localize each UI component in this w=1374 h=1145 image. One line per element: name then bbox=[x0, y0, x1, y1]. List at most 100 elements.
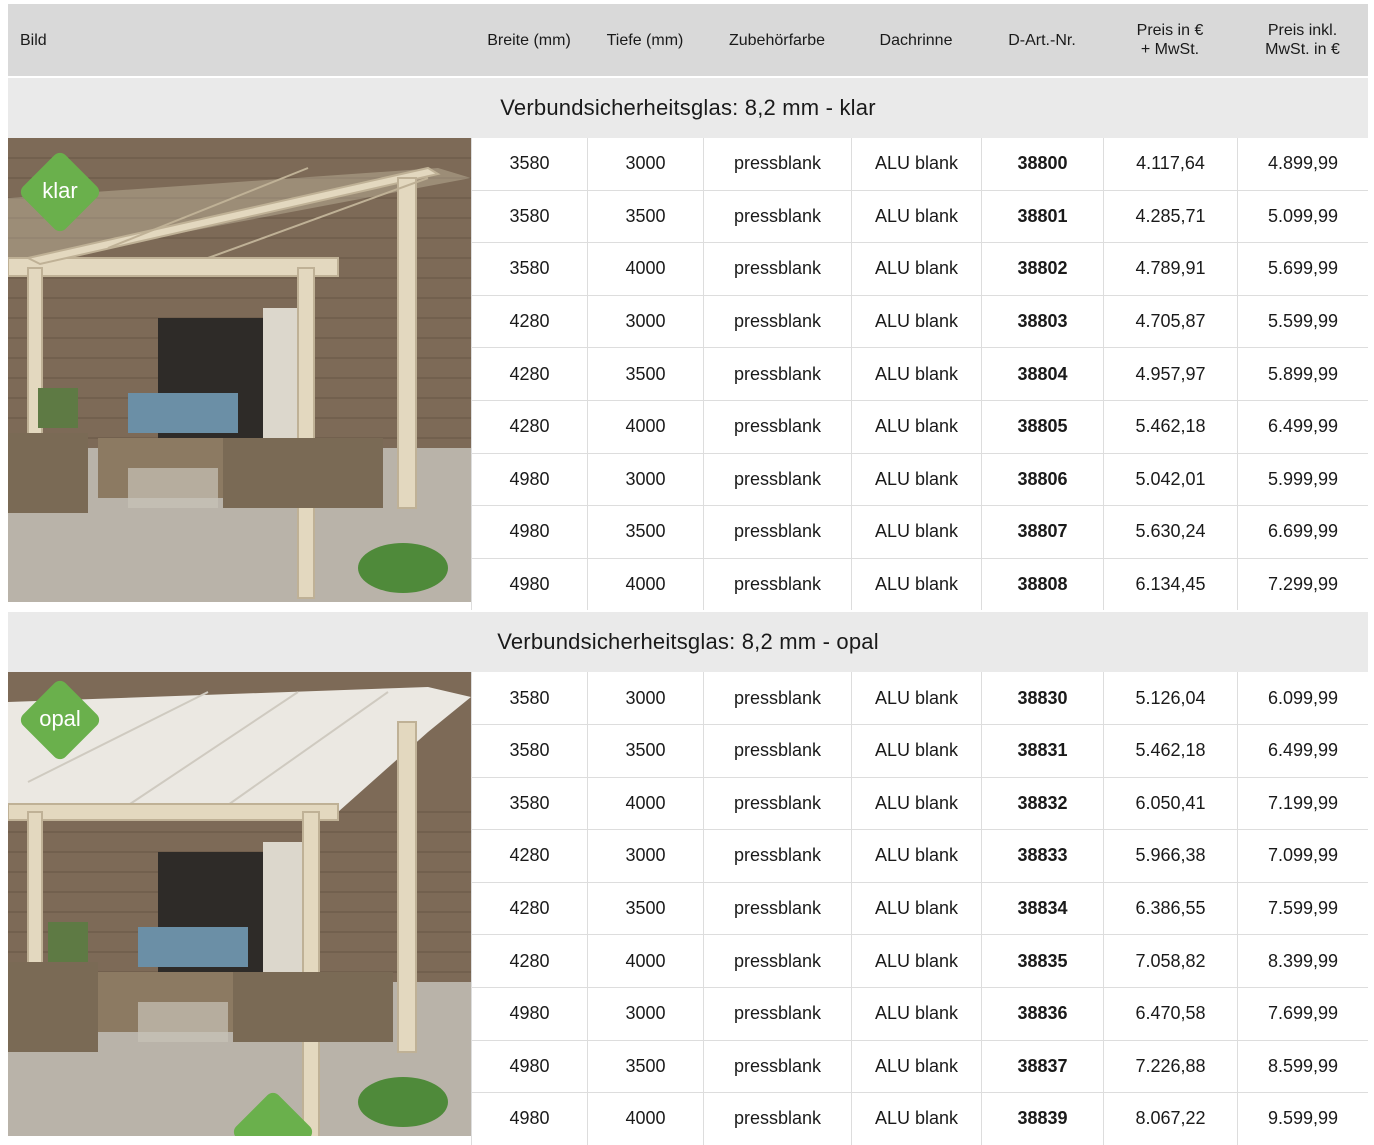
cell-zubehoerfarbe: pressblank bbox=[703, 1093, 851, 1145]
cell-zubehoerfarbe: pressblank bbox=[703, 672, 851, 724]
table-row: 4980 3500 pressblank ALU blank 38837 7.2… bbox=[471, 1040, 1368, 1094]
cell-art-nr: 38833 bbox=[981, 830, 1103, 882]
table-row: 3580 4000 pressblank ALU blank 38832 6.0… bbox=[471, 777, 1368, 831]
cell-art-nr: 38808 bbox=[981, 558, 1103, 611]
cell-zubehoerfarbe: pressblank bbox=[703, 190, 851, 243]
cell-dachrinne: ALU blank bbox=[851, 348, 981, 400]
cell-preis-brutto: 8.599,99 bbox=[1237, 1040, 1368, 1093]
badge-klar: klar bbox=[42, 178, 78, 203]
cell-preis-netto: 4.117,64 bbox=[1103, 138, 1237, 190]
cell-tiefe: 3500 bbox=[587, 882, 703, 935]
rows-opal: 3580 3000 pressblank ALU blank 38830 5.1… bbox=[471, 672, 1368, 1145]
cell-preis-brutto: 7.099,99 bbox=[1237, 830, 1368, 882]
cell-tiefe: 3000 bbox=[587, 295, 703, 348]
cell-art-nr: 38804 bbox=[981, 348, 1103, 400]
cell-preis-brutto: 6.699,99 bbox=[1237, 506, 1368, 558]
table-row: 4980 4000 pressblank ALU blank 38808 6.1… bbox=[471, 558, 1368, 611]
cell-art-nr: 38837 bbox=[981, 1040, 1103, 1093]
table-row: 4280 3500 pressblank ALU blank 38804 4.9… bbox=[471, 348, 1368, 401]
cell-breite: 4980 bbox=[471, 506, 587, 558]
cell-zubehoerfarbe: pressblank bbox=[703, 506, 851, 558]
cell-zubehoerfarbe: pressblank bbox=[703, 882, 851, 935]
header-breite: Breite (mm) bbox=[487, 31, 571, 49]
cell-breite: 4280 bbox=[471, 935, 587, 987]
cell-dachrinne: ALU blank bbox=[851, 672, 981, 724]
cell-preis-brutto: 5.899,99 bbox=[1237, 348, 1368, 400]
cell-art-nr: 38802 bbox=[981, 243, 1103, 295]
header-tiefe: Tiefe (mm) bbox=[606, 31, 684, 49]
cell-tiefe: 3500 bbox=[587, 190, 703, 243]
cell-breite: 4980 bbox=[471, 1040, 587, 1093]
cell-dachrinne: ALU blank bbox=[851, 777, 981, 830]
cell-dachrinne: ALU blank bbox=[851, 558, 981, 611]
cell-zubehoerfarbe: pressblank bbox=[703, 830, 851, 882]
cell-preis-netto: 4.957,97 bbox=[1103, 348, 1237, 400]
cell-zubehoerfarbe: pressblank bbox=[703, 1040, 851, 1093]
cell-preis-netto: 4.789,91 bbox=[1103, 243, 1237, 295]
cell-preis-brutto: 5.999,99 bbox=[1237, 453, 1368, 506]
cell-breite: 4280 bbox=[471, 830, 587, 882]
header-bild: Bild bbox=[20, 31, 47, 49]
price-table: Bild Breite (mm) Tiefe (mm) Zubehörfarbe… bbox=[8, 4, 1368, 1145]
cell-preis-brutto: 5.599,99 bbox=[1237, 295, 1368, 348]
cell-art-nr: 38835 bbox=[981, 935, 1103, 987]
cell-dachrinne: ALU blank bbox=[851, 1093, 981, 1145]
cell-art-nr: 38807 bbox=[981, 506, 1103, 558]
cell-tiefe: 3500 bbox=[587, 506, 703, 558]
cell-tiefe: 4000 bbox=[587, 935, 703, 987]
cell-preis-brutto: 6.499,99 bbox=[1237, 724, 1368, 777]
cell-preis-netto: 7.058,82 bbox=[1103, 935, 1237, 987]
cell-art-nr: 38800 bbox=[981, 138, 1103, 190]
cell-preis-brutto: 8.399,99 bbox=[1237, 935, 1368, 987]
cell-art-nr: 38805 bbox=[981, 400, 1103, 453]
table-header: Bild Breite (mm) Tiefe (mm) Zubehörfarbe… bbox=[8, 4, 1368, 76]
cell-preis-netto: 5.630,24 bbox=[1103, 506, 1237, 558]
header-zubehoerfarbe: Zubehörfarbe bbox=[728, 31, 826, 49]
table-row: 3580 4000 pressblank ALU blank 38802 4.7… bbox=[471, 243, 1368, 296]
cell-dachrinne: ALU blank bbox=[851, 882, 981, 935]
cell-preis-netto: 4.285,71 bbox=[1103, 190, 1237, 243]
cell-preis-brutto: 9.599,99 bbox=[1237, 1093, 1368, 1145]
cell-preis-netto: 6.050,41 bbox=[1103, 777, 1237, 830]
cell-dachrinne: ALU blank bbox=[851, 830, 981, 882]
cell-zubehoerfarbe: pressblank bbox=[703, 777, 851, 830]
cell-dachrinne: ALU blank bbox=[851, 453, 981, 506]
header-art-nr: D-Art.-Nr. bbox=[1008, 31, 1076, 49]
cell-zubehoerfarbe: pressblank bbox=[703, 295, 851, 348]
cell-art-nr: 38831 bbox=[981, 724, 1103, 777]
cell-preis-brutto: 6.099,99 bbox=[1237, 672, 1368, 724]
cell-tiefe: 3500 bbox=[587, 724, 703, 777]
cell-preis-brutto: 6.499,99 bbox=[1237, 400, 1368, 453]
section-opal: opal 3580 3000 pressblank ALU blank 3883… bbox=[8, 672, 1368, 1145]
table-row: 4280 3000 pressblank ALU blank 38833 5.9… bbox=[471, 830, 1368, 883]
cell-preis-brutto: 5.699,99 bbox=[1237, 243, 1368, 295]
cell-tiefe: 3500 bbox=[587, 348, 703, 400]
cell-art-nr: 38834 bbox=[981, 882, 1103, 935]
cell-tiefe: 3000 bbox=[587, 987, 703, 1040]
cell-preis-netto: 6.470,58 bbox=[1103, 987, 1237, 1040]
table-row: 3580 3000 pressblank ALU blank 38800 4.1… bbox=[471, 138, 1368, 191]
cell-preis-netto: 4.705,87 bbox=[1103, 295, 1237, 348]
cell-dachrinne: ALU blank bbox=[851, 243, 981, 295]
cell-dachrinne: ALU blank bbox=[851, 190, 981, 243]
table-row: 4280 4000 pressblank ALU blank 38805 5.4… bbox=[471, 400, 1368, 454]
cell-dachrinne: ALU blank bbox=[851, 295, 981, 348]
cell-dachrinne: ALU blank bbox=[851, 935, 981, 987]
cell-breite: 4280 bbox=[471, 348, 587, 400]
cell-dachrinne: ALU blank bbox=[851, 724, 981, 777]
cell-breite: 3580 bbox=[471, 190, 587, 243]
cell-dachrinne: ALU blank bbox=[851, 1040, 981, 1093]
cell-tiefe: 3500 bbox=[587, 1040, 703, 1093]
cell-tiefe: 3000 bbox=[587, 830, 703, 882]
cell-dachrinne: ALU blank bbox=[851, 506, 981, 558]
table-row: 3580 3000 pressblank ALU blank 38830 5.1… bbox=[471, 672, 1368, 725]
cell-tiefe: 4000 bbox=[587, 400, 703, 453]
cell-breite: 4980 bbox=[471, 558, 587, 611]
cell-breite: 3580 bbox=[471, 243, 587, 295]
cell-breite: 3580 bbox=[471, 138, 587, 190]
table-row: 4980 3500 pressblank ALU blank 38807 5.6… bbox=[471, 506, 1368, 559]
table-row: 3580 3500 pressblank ALU blank 38831 5.4… bbox=[471, 724, 1368, 778]
cell-tiefe: 4000 bbox=[587, 558, 703, 611]
cell-breite: 4980 bbox=[471, 1093, 587, 1145]
cell-dachrinne: ALU blank bbox=[851, 138, 981, 190]
